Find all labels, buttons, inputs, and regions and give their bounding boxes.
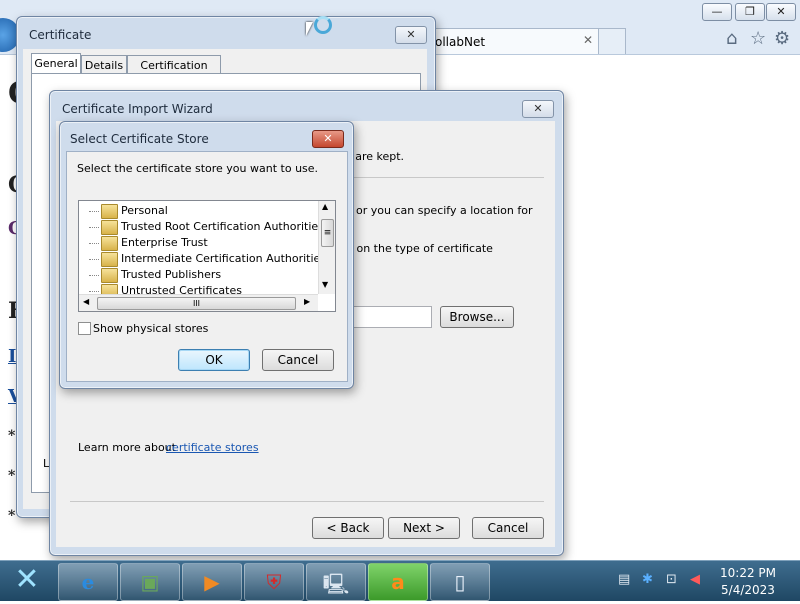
store-dialog-title: Select Certificate Store	[70, 132, 209, 146]
store-item-label: Trusted Publishers	[121, 268, 222, 281]
taskbar-photo-viewer[interactable]: ▣	[120, 563, 180, 601]
show-physical-stores-checkbox[interactable]	[78, 322, 91, 335]
taskbar-avast[interactable]: a	[368, 563, 428, 601]
tree-connector	[89, 227, 99, 228]
new-tab-button[interactable]	[598, 28, 626, 54]
tab-details[interactable]: Details	[81, 55, 127, 74]
tray-volume-muted-icon[interactable]: ◀	[690, 572, 700, 587]
tree-connector	[89, 291, 99, 292]
folder-icon	[101, 220, 118, 235]
browse-button[interactable]: Browse...	[440, 306, 514, 328]
taskbar: ✕ e ▣ ▶ ⛨ 🖳 a ▯ ▤ ✱ ⊡ ◀ 10:22 PM 5/4/202…	[0, 560, 800, 601]
learn-more-text: Learn more about	[78, 441, 176, 454]
vertical-scrollbar[interactable]: ▲ ≡ ▼	[318, 201, 335, 294]
store-close-button[interactable]: ✕	[312, 130, 344, 148]
scroll-left-arrow-icon[interactable]: ◀	[83, 297, 89, 306]
avast-icon: a	[391, 570, 405, 594]
scroll-down-arrow-icon[interactable]: ▼	[322, 280, 328, 289]
wizard-title: Certificate Import Wizard	[62, 102, 213, 116]
document-icon: ▯	[454, 570, 466, 594]
store-item-label: Intermediate Certification Authorities	[121, 252, 327, 265]
tree-connector	[89, 259, 99, 260]
back-button[interactable]: < Back	[312, 517, 384, 539]
browser-tab[interactable]: ollabNet ✕	[428, 28, 600, 54]
horizontal-scroll-thumb[interactable]: III	[97, 297, 296, 310]
vertical-scroll-thumb[interactable]: ≡	[321, 219, 334, 247]
busy-spinner-icon	[314, 16, 332, 34]
wizard-intro-text: s are kept.	[346, 150, 405, 163]
star-icon[interactable]: ☆	[750, 28, 766, 49]
tab-general-label: General	[34, 57, 78, 70]
clock-time: 10:22 PM	[720, 566, 776, 580]
clock-date: 5/4/2023	[721, 583, 775, 597]
select-certificate-store-dialog: Select Certificate Store ✕ Select the ce…	[59, 121, 354, 389]
security-shield-icon: ⛨	[266, 570, 282, 594]
scroll-right-arrow-icon[interactable]: ▶	[304, 297, 310, 306]
certificate-close-button[interactable]: ✕	[395, 26, 427, 44]
bullet-fragment: *	[8, 428, 16, 444]
scroll-up-arrow-icon[interactable]: ▲	[322, 202, 328, 211]
wizard-description-text: or you can specify a location for	[356, 204, 533, 217]
tab-details-label: Details	[84, 59, 124, 72]
ok-button[interactable]: OK	[178, 349, 250, 371]
certificate-stores-link[interactable]: certificate stores	[166, 441, 259, 454]
start-button[interactable]: ✕	[4, 562, 50, 600]
start-icon: ✕	[14, 562, 40, 597]
wizard-description-text: d on the type of certificate	[346, 242, 493, 255]
computer-icon: 🖳	[322, 572, 350, 596]
folder-icon	[101, 204, 118, 219]
taskbar-document[interactable]: ▯	[430, 563, 490, 601]
gear-icon[interactable]: ⚙	[774, 28, 790, 49]
home-icon[interactable]: ⌂	[726, 28, 737, 49]
wizard-cancel-button[interactable]: Cancel	[472, 517, 544, 539]
next-button[interactable]: Next >	[388, 517, 460, 539]
tab-close-icon[interactable]: ✕	[583, 33, 593, 47]
mouse-cursor-icon	[306, 22, 313, 36]
taskbar-computer[interactable]: 🖳	[306, 563, 366, 601]
tree-connector	[89, 243, 99, 244]
tray-computer-icon[interactable]: ⊡	[666, 572, 677, 587]
minimize-button[interactable]: —	[702, 3, 732, 21]
restore-button[interactable]: ❐	[735, 3, 765, 21]
taskbar-internet-explorer[interactable]: e	[58, 563, 118, 601]
store-instruction: Select the certificate store you want to…	[77, 162, 319, 175]
folder-icon	[101, 268, 118, 283]
window-close-button[interactable]: ✕	[766, 3, 796, 21]
system-clock[interactable]: 10:22 PM 5/4/2023	[716, 565, 780, 599]
media-player-icon: ▶	[204, 570, 220, 594]
horizontal-scrollbar[interactable]: ◀ III ▶	[79, 294, 318, 311]
wizard-footer-divider	[70, 501, 544, 502]
store-item-label: Enterprise Trust	[121, 236, 208, 249]
taskbar-media-player[interactable]: ▶	[182, 563, 242, 601]
show-physical-stores-label[interactable]: Show physical stores	[93, 322, 208, 335]
wizard-close-button[interactable]: ✕	[522, 100, 554, 118]
tray-network-icon[interactable]: ▤	[618, 572, 630, 587]
bullet-fragment: *	[8, 468, 16, 484]
taskbar-security[interactable]: ⛨	[244, 563, 304, 601]
certificate-store-tree[interactable]: Personal Trusted Root Certification Auth…	[78, 200, 336, 312]
tab-certification-path[interactable]: Certification Path	[127, 55, 221, 85]
browser-tab-title: ollabNet	[435, 35, 486, 49]
photo-viewer-icon: ▣	[140, 570, 160, 594]
tray-bluetooth-icon[interactable]: ✱	[642, 572, 653, 587]
folder-icon	[101, 236, 118, 251]
store-cancel-button[interactable]: Cancel	[262, 349, 334, 371]
bullet-fragment: *	[8, 508, 16, 524]
tree-connector	[89, 211, 99, 212]
tree-connector	[89, 275, 99, 276]
store-item-label: Personal	[121, 204, 168, 217]
folder-icon	[101, 252, 118, 267]
certificate-dialog-title: Certificate	[29, 28, 92, 42]
internet-explorer-icon: e	[81, 570, 95, 594]
store-item-label: Trusted Root Certification Authorities	[121, 220, 324, 233]
tab-general[interactable]: General	[31, 53, 81, 74]
